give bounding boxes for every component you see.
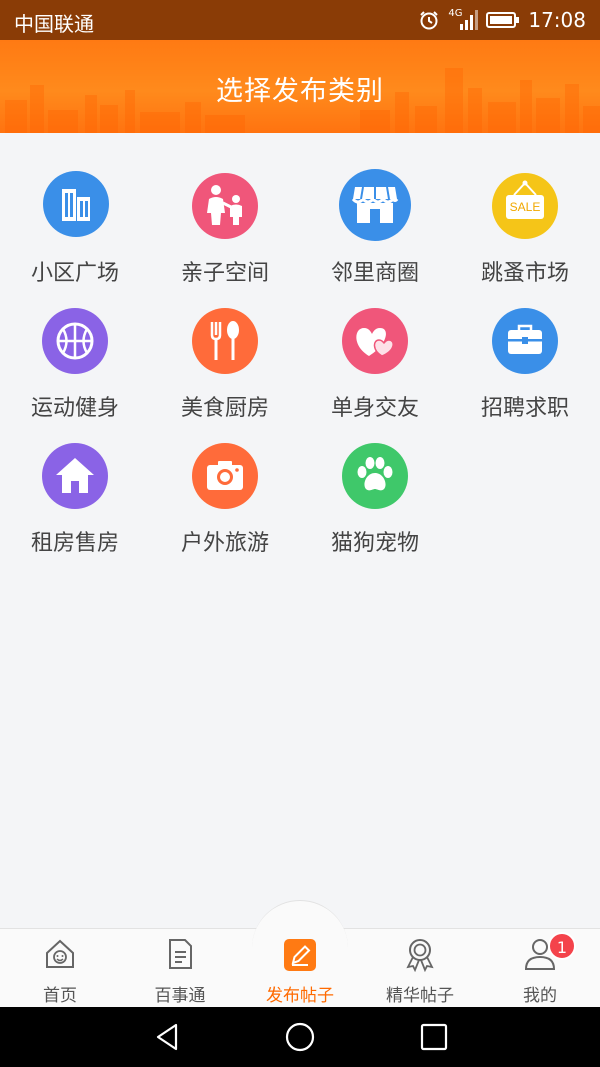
- alarm-icon: [418, 9, 440, 31]
- category-sports-fitness[interactable]: 运动健身: [0, 268, 150, 421]
- page-title: 选择发布类别: [216, 76, 384, 107]
- sale-sign-icon: SALE: [492, 173, 558, 239]
- category-parent-child[interactable]: 亲子空间: [150, 133, 300, 286]
- battery-icon: [486, 11, 520, 29]
- notification-badge: 1: [548, 932, 576, 960]
- basketball-icon: [42, 308, 108, 374]
- nav-label: 百事通: [154, 986, 206, 1006]
- nav-label: 我的: [523, 986, 557, 1006]
- nav-mine[interactable]: 我的: [480, 928, 600, 1007]
- system-navigation-bar: [0, 1007, 600, 1067]
- status-icons: 4G 17:08: [418, 6, 586, 34]
- award-icon: [402, 936, 438, 973]
- nav-home[interactable]: 首页: [0, 928, 120, 1007]
- category-neighborhood-shops[interactable]: 邻里商圈: [300, 133, 450, 286]
- sale-sign-text: SALE: [509, 200, 541, 214]
- home-circle-icon[interactable]: [284, 1021, 316, 1053]
- nav-label: 发布帖子: [266, 986, 334, 1006]
- building-icon: [43, 171, 109, 237]
- status-bar: 中国联通 4G 17:08: [0, 0, 600, 40]
- camera-icon: [192, 443, 258, 509]
- nav-label: 精华帖子: [386, 986, 454, 1006]
- back-icon[interactable]: [152, 1021, 184, 1053]
- category-food-kitchen[interactable]: 美食厨房: [150, 268, 300, 421]
- hearts-icon: [342, 308, 408, 374]
- category-label: 租房售房: [30, 531, 119, 556]
- nav-publish-post[interactable]: 发布帖子: [240, 928, 360, 1007]
- category-label: 招聘求职: [480, 396, 569, 421]
- page-header: 选择发布类别: [0, 40, 600, 133]
- clock-time: 17:08: [528, 8, 586, 32]
- paw-icon: [342, 443, 408, 509]
- house-icon: [42, 443, 108, 509]
- briefcase-icon: [492, 308, 558, 374]
- home-icon: [42, 936, 78, 972]
- fork-spoon-icon: [192, 308, 258, 374]
- category-pets[interactable]: 猫狗宠物: [300, 403, 450, 556]
- category-jobs[interactable]: 招聘求职: [450, 268, 600, 421]
- parent-child-icon: [192, 173, 258, 239]
- network-type: 4G: [448, 8, 463, 19]
- nav-know-all[interactable]: 百事通: [120, 928, 240, 1007]
- category-label: 猫狗宠物: [330, 531, 419, 556]
- edit-icon: [283, 938, 317, 972]
- carrier-name: 中国联通: [14, 12, 94, 36]
- category-outdoor-travel[interactable]: 户外旅游: [150, 403, 300, 556]
- category-flea-market[interactable]: SALE 跳蚤市场: [450, 133, 600, 286]
- nav-featured-posts[interactable]: 精华帖子: [360, 928, 480, 1007]
- category-label: 户外旅游: [180, 531, 269, 556]
- document-icon: [162, 936, 198, 972]
- category-community-square[interactable]: 小区广场: [0, 133, 150, 286]
- recents-icon[interactable]: [418, 1021, 450, 1053]
- category-rent-sell-house[interactable]: 租房售房: [0, 403, 150, 556]
- category-singles-dating[interactable]: 单身交友: [300, 268, 450, 421]
- signal-icon: 4G: [448, 8, 479, 32]
- shop-icon: [339, 169, 411, 241]
- nav-label: 首页: [43, 986, 77, 1006]
